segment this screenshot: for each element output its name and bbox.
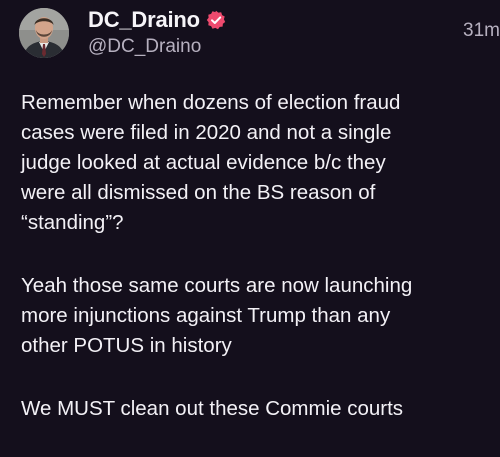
author-handle[interactable]: @DC_Draino [88, 36, 201, 58]
post-text-line: were all dismissed on the BS reason of [21, 181, 376, 204]
post: DC_Draino @DC_Draino 31m Remember when d… [0, 0, 500, 433]
post-paragraph: Yeah those same courts are now launching… [21, 271, 497, 361]
author-name-row[interactable]: DC_Draino [88, 6, 226, 34]
verified-badge-icon [206, 10, 226, 30]
post-text-line: cases were filed in 2020 and not a singl… [21, 121, 392, 144]
post-paragraph: We MUST clean out these Commie courts [21, 394, 497, 424]
avatar[interactable] [19, 8, 69, 58]
post-text-line: more injunctions against Trump than any [21, 304, 391, 327]
post-text-line: Remember when dozens of election fraud [21, 91, 401, 114]
post-timestamp[interactable]: 31m [463, 20, 500, 42]
post-text-line: Yeah those same courts are now launching [21, 274, 413, 297]
post-text-line: judge looked at actual evidence b/c they [21, 151, 386, 174]
post-text-line: “standing”? [21, 211, 124, 234]
profile-photo-icon [19, 8, 69, 58]
post-text-line: other POTUS in history [21, 334, 232, 357]
display-name[interactable]: DC_Draino [88, 7, 200, 33]
post-text-line: We MUST clean out these Commie courts [21, 397, 404, 420]
post-paragraph: Remember when dozens of election fraud c… [21, 88, 497, 238]
post-body: Remember when dozens of election fraud c… [21, 88, 497, 457]
